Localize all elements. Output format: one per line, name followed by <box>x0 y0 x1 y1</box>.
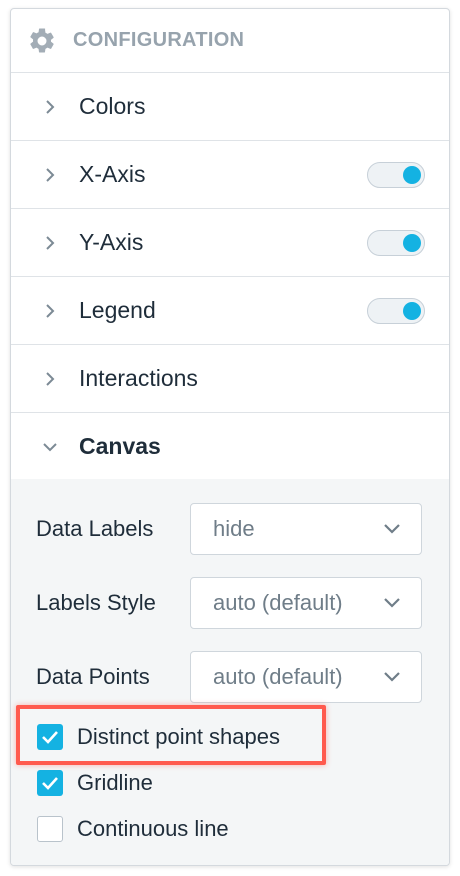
y-axis-toggle[interactable] <box>367 229 425 256</box>
data-labels-select[interactable]: hide <box>190 503 422 555</box>
select-value: auto (default) <box>213 664 343 689</box>
chevron-right-icon <box>46 99 55 114</box>
highlight-box <box>16 705 326 765</box>
gear-icon <box>30 27 54 52</box>
legend-toggle[interactable] <box>367 297 425 324</box>
toggle-knob <box>403 233 421 252</box>
section-colors[interactable]: Colors <box>11 73 449 141</box>
checkbox-label: Gridline <box>77 770 153 795</box>
chevron-right-icon <box>46 371 55 386</box>
data-points-row: Data Points auto (default) <box>36 651 424 703</box>
section-interactions[interactable]: Interactions <box>11 345 449 413</box>
section-label: Colors <box>79 93 146 119</box>
chevron-down-icon <box>43 442 57 451</box>
continuous-line-option[interactable]: Continuous line <box>37 812 229 846</box>
data-labels-row: Data Labels hide <box>36 503 424 555</box>
section-label: X-Axis <box>79 161 146 187</box>
section-legend[interactable]: Legend <box>11 277 449 345</box>
data-labels-label: Data Labels <box>36 516 154 541</box>
continuous-line-checkbox[interactable] <box>37 816 63 842</box>
labels-style-select[interactable]: auto (default) <box>190 577 422 629</box>
toggle-knob <box>403 165 421 184</box>
labels-style-label: Labels Style <box>36 590 156 615</box>
checkbox-label: Continuous line <box>77 816 229 841</box>
configuration-title: CONFIGURATION <box>73 29 245 51</box>
chevron-right-icon <box>46 235 55 250</box>
chevron-down-icon <box>384 598 400 608</box>
data-points-label: Data Points <box>36 664 150 689</box>
data-points-select[interactable]: auto (default) <box>190 651 422 703</box>
configuration-header: CONFIGURATION <box>11 9 449 73</box>
gridline-checkbox[interactable] <box>37 770 63 796</box>
section-label: Interactions <box>79 365 198 391</box>
canvas-section-body: Data Labels hide Labels Style auto (defa… <box>11 479 449 865</box>
section-label: Legend <box>79 297 156 323</box>
x-axis-toggle[interactable] <box>367 161 425 188</box>
section-canvas[interactable]: Canvas <box>11 413 449 481</box>
select-value: auto (default) <box>213 590 343 615</box>
labels-style-row: Labels Style auto (default) <box>36 577 424 629</box>
section-x-axis[interactable]: X-Axis <box>11 141 449 209</box>
gridline-option[interactable]: Gridline <box>37 766 153 800</box>
select-value: hide <box>213 516 255 541</box>
checkmark-icon <box>42 777 58 790</box>
section-y-axis[interactable]: Y-Axis <box>11 209 449 277</box>
chevron-down-icon <box>384 672 400 682</box>
chevron-right-icon <box>46 167 55 182</box>
chevron-down-icon <box>384 524 400 534</box>
toggle-knob <box>403 301 421 320</box>
section-label: Y-Axis <box>79 229 144 255</box>
section-label: Canvas <box>79 433 161 459</box>
chevron-right-icon <box>46 303 55 318</box>
